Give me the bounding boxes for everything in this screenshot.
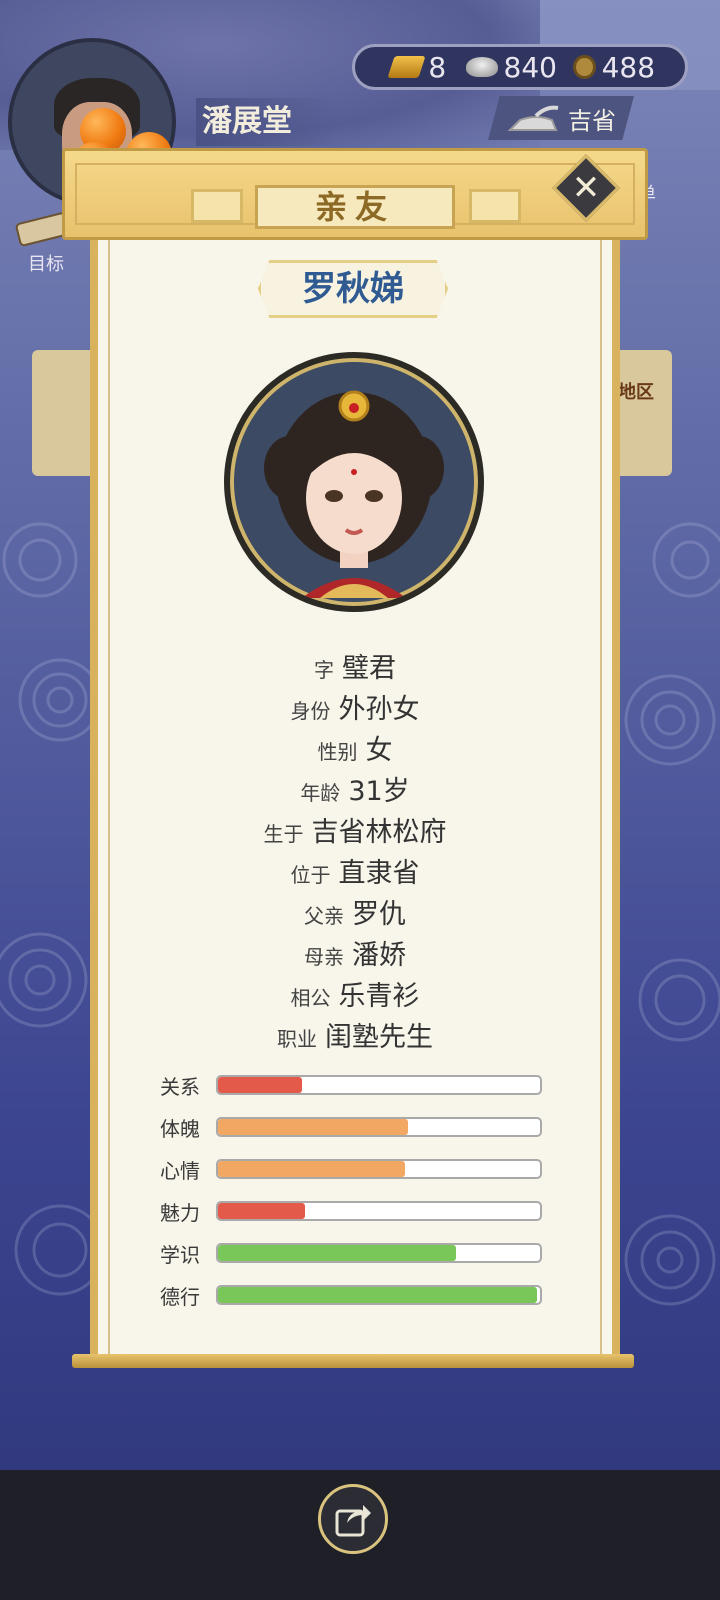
stat-label: 体魄: [160, 1116, 200, 1141]
info-row: 母亲 潘娇: [110, 933, 600, 974]
info-value: 吉省林松府: [311, 817, 447, 848]
region-button[interactable]: 吉省: [488, 96, 634, 140]
region-label: 吉省: [568, 106, 616, 135]
stat-row: 德行: [160, 1274, 550, 1316]
portrait-illustration: [264, 390, 444, 598]
iron-icon: [507, 105, 559, 131]
stat-row: 学识: [160, 1232, 550, 1274]
stat-label: 魅力: [160, 1200, 200, 1225]
stat-fill: [218, 1245, 457, 1261]
stat-fill: [218, 1161, 405, 1177]
stat-row: 魅力: [160, 1190, 550, 1232]
currency-bar: 8 840 488: [352, 44, 688, 90]
info-value: 闺塾先生: [325, 1022, 433, 1053]
info-value: 31岁: [348, 776, 410, 807]
info-key: 父亲: [304, 904, 344, 928]
goal-label: 目标: [28, 254, 64, 275]
info-value: 直隶省: [338, 858, 420, 889]
info-row: 相公 乐青衫: [110, 974, 600, 1015]
info-key: 位于: [290, 863, 331, 887]
info-value: 乐青衫: [338, 981, 420, 1012]
info-row: 年龄 31岁: [110, 769, 600, 810]
stat-bar: [216, 1159, 542, 1179]
close-icon[interactable]: ✕: [562, 164, 610, 212]
stat-fill: [218, 1119, 408, 1135]
stat-row: 心情: [160, 1148, 550, 1190]
silver-ingot-icon: [466, 57, 498, 77]
background-card-label: 地区: [618, 382, 654, 403]
header-ornament-left: [191, 189, 243, 223]
background-card-right: 地区: [612, 350, 672, 476]
info-key: 年龄: [300, 781, 341, 805]
stat-bar: [216, 1285, 542, 1305]
info-row: 父亲 罗仇: [110, 892, 600, 933]
stat-bar: [216, 1243, 542, 1263]
person-info: 字璧君 身份 外孙女 性别女 年龄 31岁 生于 吉省林松府 位于 直隶省 父亲 罗仇 母…: [110, 646, 600, 1056]
info-value: 潘娇: [352, 940, 406, 971]
stat-bar: [216, 1201, 542, 1221]
gold-amount: 8: [428, 50, 447, 84]
background-card-left: [32, 350, 96, 476]
info-row: 字璧君: [110, 646, 600, 687]
info-row: 职业 闺塾先生: [110, 1015, 600, 1056]
person-name: 罗秋娣: [258, 260, 448, 318]
coin-amount: 488: [601, 50, 656, 84]
info-key: 生于: [263, 822, 304, 846]
info-value: 罗仇: [352, 899, 406, 930]
info-value: 女: [365, 735, 393, 766]
info-row: 生于 吉省林松府: [110, 810, 600, 851]
dialog-footer: [72, 1354, 634, 1368]
header-ornament-right: [469, 189, 521, 223]
info-row: 性别女: [110, 728, 600, 769]
stat-row: 体魄: [160, 1106, 550, 1148]
info-key: 字: [314, 658, 334, 682]
stat-label: 学识: [160, 1242, 200, 1267]
info-key: 身份: [290, 699, 331, 723]
share-icon: [335, 1505, 371, 1537]
dialog-title: 亲友: [255, 185, 455, 229]
info-row: 位于 直隶省: [110, 851, 600, 892]
stat-label: 德行: [160, 1284, 200, 1309]
stat-row: 关系: [160, 1064, 550, 1106]
info-value: 外孙女: [338, 694, 420, 725]
info-key: 性别: [317, 740, 358, 764]
stat-fill: [218, 1203, 305, 1219]
share-button[interactable]: [318, 1484, 388, 1554]
person-portrait: [224, 352, 484, 612]
stat-bar: [216, 1117, 542, 1137]
stat-fill: [218, 1077, 302, 1093]
info-row: 身份 外孙女: [110, 687, 600, 728]
info-key: 相公: [290, 986, 331, 1010]
info-key: 母亲: [304, 945, 344, 969]
gold-bar-icon: [387, 56, 426, 78]
silver-amount: 840: [503, 50, 557, 84]
person-stats: 关系 体魄 心情 魅力 学识 德行: [160, 1064, 550, 1316]
copper-coin-icon: [572, 55, 596, 79]
stat-fill: [218, 1287, 537, 1303]
player-name: 潘展堂: [196, 98, 336, 146]
info-value: 璧君: [342, 653, 396, 684]
stat-label: 关系: [160, 1074, 200, 1099]
stat-bar: [216, 1075, 542, 1095]
info-key: 职业: [277, 1027, 317, 1051]
stat-label: 心情: [160, 1158, 200, 1183]
